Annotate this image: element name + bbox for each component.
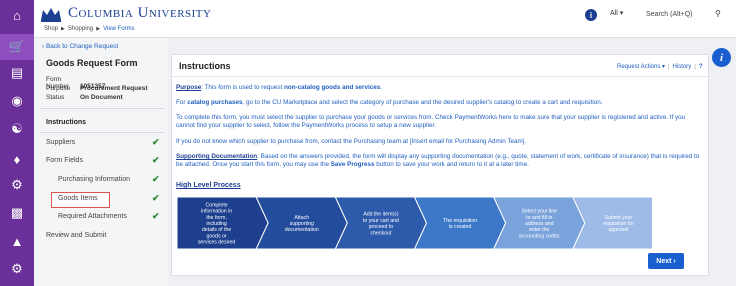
breadcrumb-view-forms[interactable]: View Forms [103, 26, 135, 32]
crown-icon [41, 7, 61, 22]
instructions-card: Instructions Request Actions ▾ | History |?… [171, 54, 709, 276]
process-step-text: requisition for [603, 221, 634, 227]
process-step-text: approval [608, 227, 628, 233]
app-rail: ⌂ 🛒 ▤ ◉ ☯ ♦ ⚙ ▩ ▲ ⚙ [0, 0, 34, 286]
search-scope-dropdown[interactable]: All ▾ [610, 9, 623, 17]
high-level-process-heading: High Level Process [176, 182, 241, 189]
contact-paragraph: If you do not know which supplier to pur… [176, 138, 527, 145]
process-step: Submit yourrequisition forapproval [572, 197, 652, 249]
form-nav-panel: ‹ Back to Change Request Goods Request F… [34, 38, 168, 286]
process-step-text: supporting [290, 221, 314, 227]
breadcrumb: Shop ▶ Shopping ▶ View Forms [44, 26, 135, 32]
process-step-text: proceed to [369, 224, 394, 230]
help-link[interactable]: ? [699, 64, 703, 70]
catalog-paragraph: For catalog purchases, go to the CU Mark… [176, 99, 603, 106]
process-step: Attachsupportingdocumentation [255, 197, 348, 249]
logo-text: Columbia University [68, 5, 212, 21]
check-icon: ✔ [152, 155, 160, 165]
home-icon[interactable]: ⌂ [0, 2, 34, 28]
process-step-text: Complete [205, 202, 227, 208]
request-actions-dropdown[interactable]: Request Actions ▾ [617, 64, 665, 70]
check-icon: ✔ [152, 174, 160, 184]
form-title: Goods Request Form [46, 58, 138, 68]
shopping-cart-icon[interactable]: 🛒 [0, 34, 34, 60]
process-step: Select your lineto and fill inaddress an… [493, 197, 586, 249]
breadcrumb-shop[interactable]: Shop [44, 26, 58, 32]
process-step-text: services desired [198, 240, 236, 246]
process-step-text: to and fill in [526, 215, 552, 221]
breadcrumb-shopping[interactable]: Shopping [68, 26, 93, 32]
process-diagram: Completeinformation inthe form,including… [177, 197, 652, 249]
process-step-text: accounting codes [519, 233, 560, 239]
meta-status: Status On Document [46, 94, 123, 101]
chart-icon[interactable]: ▩ [0, 200, 34, 226]
process-step: The requisitionis created [413, 197, 507, 249]
process-step-text: Add the item(s) [363, 212, 398, 218]
notification-info-icon[interactable]: i [585, 9, 597, 21]
process-step-text: goods or [206, 233, 226, 239]
nav-suppliers[interactable]: Suppliers [46, 139, 75, 146]
next-button[interactable]: Next › [648, 253, 684, 269]
process-step-text: The requisition [443, 218, 477, 224]
purpose-paragraph: Purpose: This form is used to request no… [176, 84, 383, 91]
divider [40, 108, 164, 109]
process-step-text: including [206, 221, 227, 227]
check-icon: ✔ [152, 193, 160, 203]
process-step-text: the form, [206, 215, 226, 221]
document-icon[interactable]: ▤ [0, 60, 34, 86]
search-icon[interactable]: ⚲ [715, 9, 721, 18]
nav-goods-items[interactable]: Goods Items [58, 195, 98, 202]
process-step-text: details of the [202, 227, 232, 233]
nav-review-and-submit[interactable]: Review and Submit [46, 232, 106, 239]
card-title: Instructions [179, 61, 231, 71]
export-icon[interactable]: ▲ [0, 228, 34, 254]
handshake-icon[interactable]: ♦ [0, 146, 34, 172]
meta-purpose: Purpose Procurement Request [46, 85, 148, 92]
supporting-documentation-paragraph: Supporting Documentation: Based on the a… [176, 153, 700, 168]
request-actions: Request Actions ▾ | History |? [617, 64, 703, 70]
university-logo[interactable]: Columbia University [40, 5, 211, 22]
check-icon: ✔ [152, 211, 160, 221]
nav-instructions[interactable]: Instructions [46, 119, 86, 126]
process-step: Add the item(s)to your cart andproceed t… [334, 197, 428, 249]
settings-network-icon[interactable]: ⚙ [0, 172, 34, 198]
divider [40, 132, 164, 133]
process-step-text: is created [449, 224, 472, 230]
card-header: Instructions Request Actions ▾ | History |? [172, 55, 708, 77]
history-link[interactable]: History [673, 64, 692, 70]
process-step-text: Submit your [605, 215, 633, 221]
process-step-text: address and [525, 221, 554, 227]
nav-purchasing-information[interactable]: Purchasing Information [58, 176, 130, 183]
gear-icon[interactable]: ⚙ [0, 256, 34, 282]
process-step-text: documentation [285, 227, 319, 233]
process-step-text: Select your line [522, 209, 558, 215]
process-step-text: to your cart and [363, 218, 399, 224]
nav-form-fields[interactable]: Form Fields [46, 157, 83, 164]
process-step-text: checkout [371, 230, 392, 236]
back-link[interactable]: ‹ Back to Change Request [42, 43, 118, 50]
bank-icon[interactable]: ☯ [0, 116, 34, 142]
process-step-text: enter the [529, 227, 550, 233]
top-bar: Columbia University Shop ▶ Shopping ▶ View F… [34, 0, 736, 38]
check-icon: ✔ [152, 137, 160, 147]
location-icon[interactable]: ◉ [0, 88, 34, 114]
info-icon[interactable]: i [712, 48, 731, 67]
process-step-text: Attach [294, 215, 309, 221]
supplier-paragraph: To complete this form, you must select t… [176, 114, 686, 129]
nav-required-attachments[interactable]: Required Attachments [58, 213, 127, 220]
process-step-text: information in [201, 209, 232, 215]
process-step: Completeinformation inthe form,including… [177, 197, 269, 249]
